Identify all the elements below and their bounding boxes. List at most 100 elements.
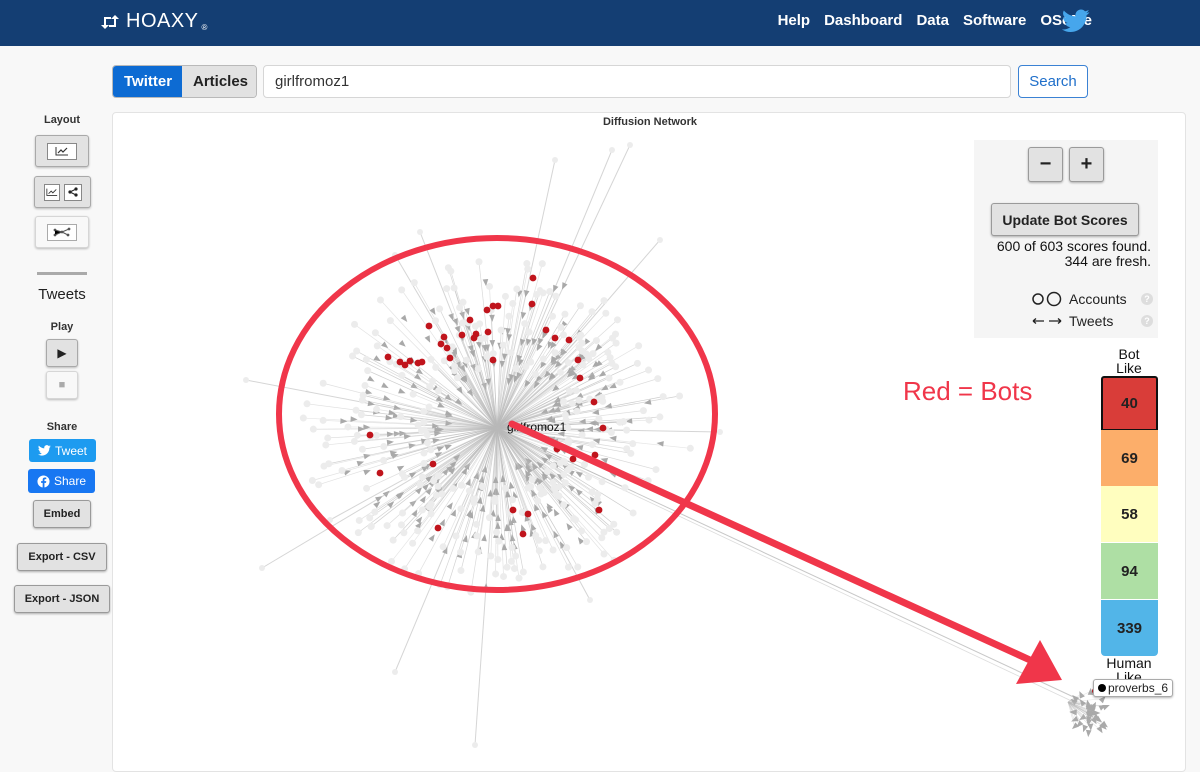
- account-node: [574, 563, 581, 570]
- bot-like-line1: Bot: [1099, 347, 1159, 361]
- legend-accounts-label: Accounts: [1069, 291, 1127, 307]
- account-node: [309, 477, 316, 484]
- account-node: [438, 490, 445, 497]
- account-node: [657, 237, 663, 243]
- account-node: [524, 266, 531, 273]
- account-node: [565, 359, 572, 366]
- account-node: [353, 407, 360, 414]
- edge-arrowhead: [575, 472, 582, 478]
- bot-node: [419, 359, 426, 366]
- bot-bin-2[interactable]: 69: [1101, 430, 1158, 486]
- edge-arrowhead: [542, 511, 548, 518]
- edge-arrowhead: [586, 426, 593, 432]
- edge-arrowhead: [363, 470, 371, 475]
- edge-arrowhead: [375, 496, 382, 502]
- account-node: [560, 501, 567, 508]
- account-node: [430, 477, 437, 484]
- account-node: [630, 509, 637, 516]
- annotation-arrow-head: [1016, 640, 1062, 684]
- edge-arrowhead: [595, 344, 602, 351]
- account-node: [490, 350, 497, 357]
- bot-bin-5[interactable]: 339: [1101, 600, 1158, 656]
- account-node: [426, 403, 433, 410]
- account-node: [420, 450, 427, 457]
- account-node: [353, 348, 360, 355]
- account-node: [542, 537, 549, 544]
- edge-arrowhead: [415, 487, 422, 494]
- account-node: [315, 481, 322, 488]
- account-node: [587, 597, 593, 603]
- account-node: [572, 516, 579, 523]
- account-node: [456, 304, 463, 311]
- account-node: [563, 544, 570, 551]
- bot-bin-1[interactable]: 40: [1101, 376, 1158, 431]
- zoom-out-button[interactable]: −: [1028, 147, 1063, 182]
- account-node: [470, 499, 477, 506]
- account-node: [561, 311, 568, 318]
- account-node: [583, 538, 590, 545]
- edge-arrowhead: [456, 386, 462, 393]
- edge-arrowhead: [589, 420, 596, 426]
- bot-node: [510, 507, 517, 514]
- account-node: [320, 417, 327, 424]
- account-node: [599, 478, 606, 485]
- tweets-help-icon[interactable]: ?: [1141, 315, 1153, 327]
- account-node: [687, 445, 694, 452]
- legend-accounts: Accounts: [1031, 291, 1127, 307]
- bot-node: [529, 301, 536, 308]
- account-node: [428, 510, 435, 517]
- bot-node: [596, 507, 603, 514]
- bot-node: [367, 432, 374, 439]
- edge-arrowhead: [1093, 710, 1100, 716]
- bot-node: [402, 362, 409, 369]
- account-node: [457, 505, 464, 512]
- account-node: [477, 336, 484, 343]
- account-node: [509, 544, 516, 551]
- bot-node: [385, 354, 392, 361]
- bot-node: [530, 275, 537, 282]
- bot-node: [552, 335, 559, 342]
- edge-arrowhead: [398, 388, 406, 393]
- account-node: [322, 441, 329, 448]
- account-node: [509, 496, 516, 503]
- account-node: [623, 427, 630, 434]
- edge: [448, 428, 497, 587]
- update-bot-scores-button[interactable]: Update Bot Scores: [991, 203, 1139, 236]
- account-node: [562, 411, 569, 418]
- bot-node: [600, 425, 607, 432]
- account-node: [374, 342, 381, 349]
- edge-arrowhead: [381, 382, 389, 388]
- account-node: [513, 285, 520, 292]
- zoom-in-button[interactable]: +: [1069, 147, 1104, 182]
- account-node: [384, 522, 391, 529]
- account-node: [592, 500, 599, 507]
- account-node: [676, 393, 683, 400]
- accounts-help-icon[interactable]: ?: [1141, 293, 1153, 305]
- account-node: [565, 564, 572, 571]
- account-node: [492, 498, 499, 505]
- account-node: [606, 375, 613, 382]
- account-node: [541, 489, 548, 496]
- account-node: [475, 365, 482, 372]
- account-node: [516, 575, 523, 582]
- account-node: [646, 417, 653, 424]
- account-node: [520, 568, 527, 575]
- account-node: [380, 457, 387, 464]
- bot-score-status: 600 of 603 scores found. 344 are fresh.: [974, 239, 1151, 269]
- bot-bin-4[interactable]: 94: [1101, 543, 1158, 599]
- account-node: [645, 367, 652, 374]
- bot-node: [444, 345, 451, 352]
- account-node: [602, 310, 609, 317]
- account-node: [601, 297, 608, 304]
- account-node: [409, 540, 416, 547]
- account-node: [560, 331, 567, 338]
- account-node: [372, 329, 379, 336]
- bot-bin-3[interactable]: 58: [1101, 486, 1158, 542]
- account-node: [539, 563, 546, 570]
- edge: [560, 460, 1080, 705]
- account-node: [594, 491, 601, 498]
- account-node: [577, 332, 584, 339]
- account-node: [392, 669, 398, 675]
- edge-arrowhead: [1086, 730, 1092, 737]
- account-node: [513, 365, 520, 372]
